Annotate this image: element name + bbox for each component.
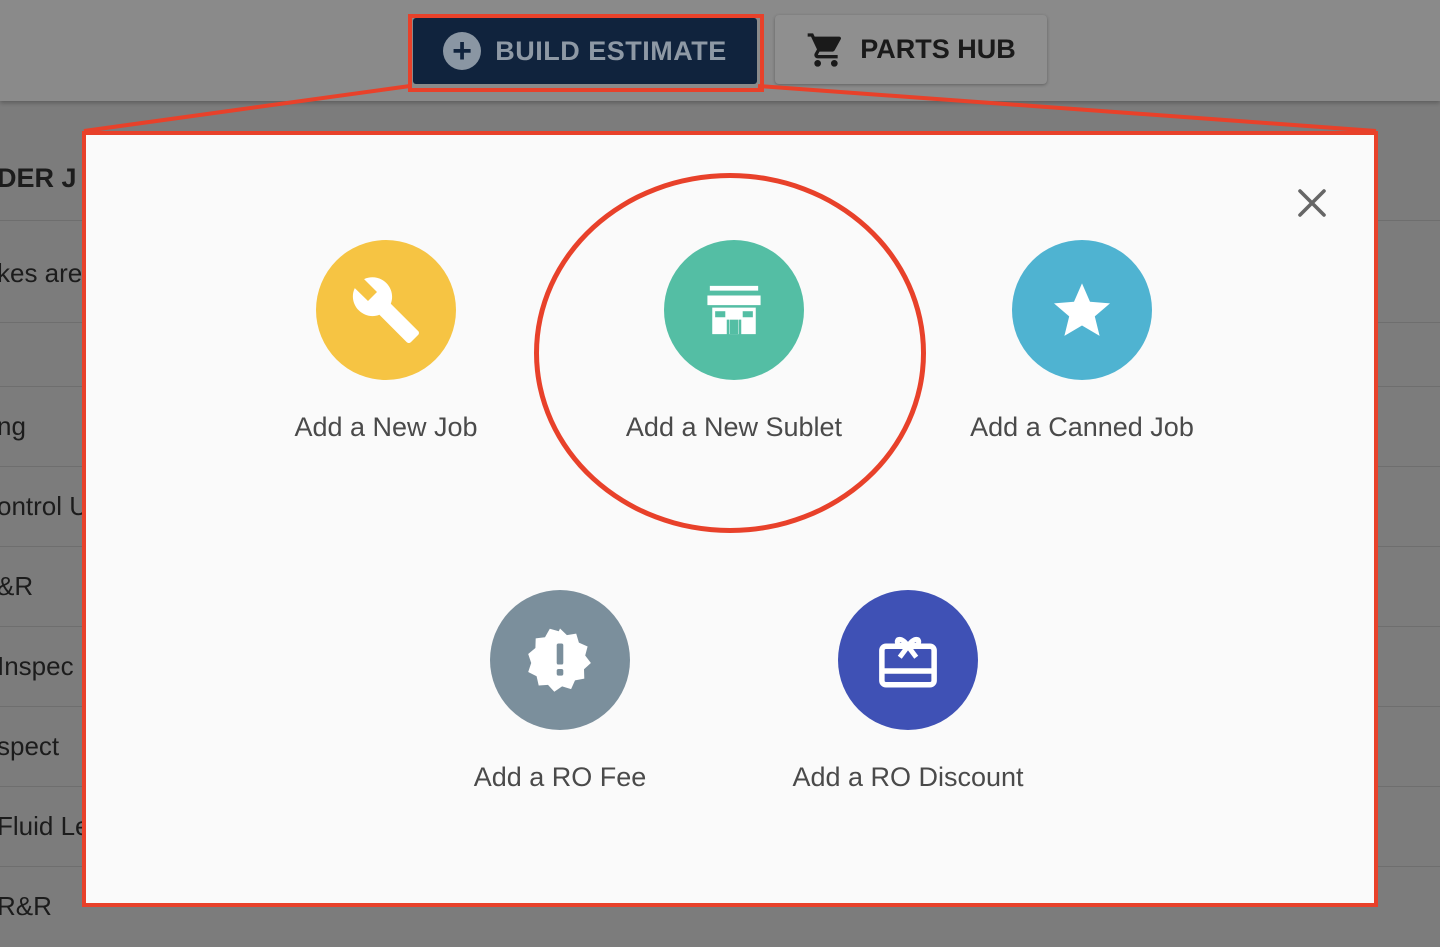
add-canned-job-circle: [1012, 240, 1152, 380]
add-circle-icon: +: [443, 32, 482, 70]
cart-icon: [807, 32, 842, 67]
add-new-job-label: Add a New Job: [294, 412, 478, 442]
add-new-sublet-option[interactable]: Add a New Sublet: [584, 240, 884, 443]
top-toolbar: + BUILD ESTIMATE PARTS HUB: [0, 0, 1440, 101]
gift-card-icon: [879, 636, 937, 688]
add-new-job-option[interactable]: Add a New Job: [236, 240, 536, 443]
add-ro-discount-option[interactable]: Add a RO Discount: [758, 590, 1058, 793]
background-row-text: ontrol U: [0, 491, 89, 521]
wrench-icon: [352, 277, 419, 343]
background-row-text: Inspec: [0, 651, 74, 681]
build-estimate-label: BUILD ESTIMATE: [495, 35, 727, 66]
add-ro-fee-option[interactable]: Add a RO Fee: [410, 590, 710, 793]
background-row-text: R&R: [0, 891, 52, 921]
build-estimate-button[interactable]: + BUILD ESTIMATE: [413, 18, 757, 84]
add-ro-fee-circle: [490, 590, 630, 730]
add-canned-job-option[interactable]: Add a Canned Job: [932, 240, 1232, 443]
background-row-text: ng: [0, 411, 26, 441]
storefront-icon: [707, 285, 761, 335]
add-canned-job-label: Add a Canned Job: [970, 412, 1194, 442]
alert-badge-icon: [528, 628, 591, 692]
background-row-text: &R: [0, 571, 34, 601]
add-new-sublet-circle: [664, 240, 804, 380]
estimate-options-modal: Add a New Job Add a New Sublet Add a Can…: [82, 131, 1378, 907]
background-row-text: kes are: [0, 258, 83, 288]
star-icon: [1054, 283, 1110, 336]
background-row-text: spect: [0, 731, 60, 761]
background-header-text: DER J: [0, 163, 77, 193]
add-new-sublet-label: Add a New Sublet: [625, 412, 843, 442]
parts-hub-label: PARTS HUB: [860, 34, 1016, 64]
parts-hub-button[interactable]: PARTS HUB: [775, 15, 1047, 84]
add-ro-discount-circle: [838, 590, 978, 730]
background-row-text: Fluid Le: [0, 811, 90, 841]
close-icon[interactable]: [1294, 185, 1330, 221]
add-new-job-circle: [316, 240, 456, 380]
add-ro-discount-label: Add a RO Discount: [792, 762, 1024, 792]
add-ro-fee-label: Add a RO Fee: [473, 762, 647, 792]
